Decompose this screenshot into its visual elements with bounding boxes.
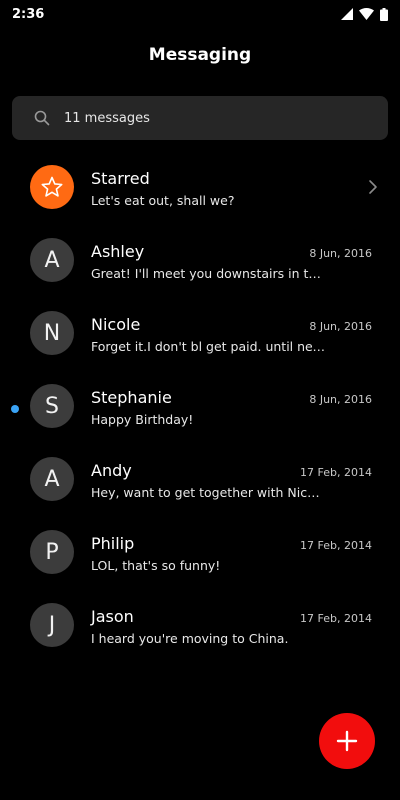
conversation-item[interactable]: S Stephanie 8 Jun, 2016 Happy Birthday! — [0, 369, 400, 442]
conversation-item[interactable]: P Philip 17 Feb, 2014 LOL, that's so funny! — [0, 515, 400, 588]
conversation-preview: Happy Birthday! — [91, 412, 194, 427]
conversation-item-starred[interactable]: Starred Let's eat out, shall we? — [0, 150, 400, 223]
status-icons — [341, 7, 388, 21]
conversation-name: Starred — [91, 169, 150, 188]
conversation-date: 8 Jun, 2016 — [309, 320, 372, 333]
conversation-preview: Hey, want to get together with Nicole to… — [91, 485, 326, 500]
conversation-name: Andy — [91, 461, 132, 480]
conversation-date: 17 Feb, 2014 — [300, 466, 372, 479]
conversation-name: Stephanie — [91, 388, 172, 407]
status-bar: 2:36 — [0, 0, 400, 28]
avatar: A — [30, 238, 74, 282]
battery-icon — [380, 7, 388, 21]
status-time: 2:36 — [12, 6, 45, 22]
conversation-list: Starred Let's eat out, shall we? A Ashley 8 … — [0, 150, 400, 661]
search-bar[interactable]: 11 messages — [12, 96, 388, 140]
unread-indicator — [11, 405, 19, 413]
page-title: Messaging — [148, 45, 252, 65]
plus-icon — [336, 730, 358, 752]
avatar: S — [30, 384, 74, 428]
search-input-text: 11 messages — [64, 110, 150, 126]
compose-button[interactable] — [319, 713, 375, 769]
conversation-preview: LOL, that's so funny! — [91, 558, 221, 573]
avatar: P — [30, 530, 74, 574]
wifi-icon — [359, 8, 374, 20]
conversation-name: Philip — [91, 534, 135, 553]
search-icon — [34, 110, 50, 126]
avatar: A — [30, 457, 74, 501]
avatar: J — [30, 603, 74, 647]
conversation-item[interactable]: A Ashley 8 Jun, 2016 Great! I'll meet you d… — [0, 223, 400, 296]
conversation-preview: Let's eat out, shall we? — [91, 193, 235, 208]
conversation-date: 8 Jun, 2016 — [309, 247, 372, 260]
conversation-item[interactable]: A Andy 17 Feb, 2014 Hey, want to get togeth… — [0, 442, 400, 515]
avatar: N — [30, 311, 74, 355]
signal-icon — [341, 8, 353, 20]
conversation-preview: I heard you're moving to China. — [91, 631, 289, 646]
conversation-date: 8 Jun, 2016 — [309, 393, 372, 406]
conversation-preview: Great! I'll meet you downstairs in ten m… — [91, 266, 326, 281]
conversation-name: Ashley — [91, 242, 145, 261]
conversation-name: Jason — [91, 607, 134, 626]
conversation-date: 17 Feb, 2014 — [300, 539, 372, 552]
chevron-right-icon — [368, 179, 378, 195]
conversation-item[interactable]: N Nicole 8 Jun, 2016 Forget it.I don't bl g… — [0, 296, 400, 369]
star-icon — [30, 165, 74, 209]
conversation-item[interactable]: J Jason 17 Feb, 2014 I heard you're moving … — [0, 588, 400, 661]
conversation-preview: Forget it.I don't bl get paid. until nex… — [91, 339, 326, 354]
conversation-name: Nicole — [91, 315, 141, 334]
conversation-date: 17 Feb, 2014 — [300, 612, 372, 625]
